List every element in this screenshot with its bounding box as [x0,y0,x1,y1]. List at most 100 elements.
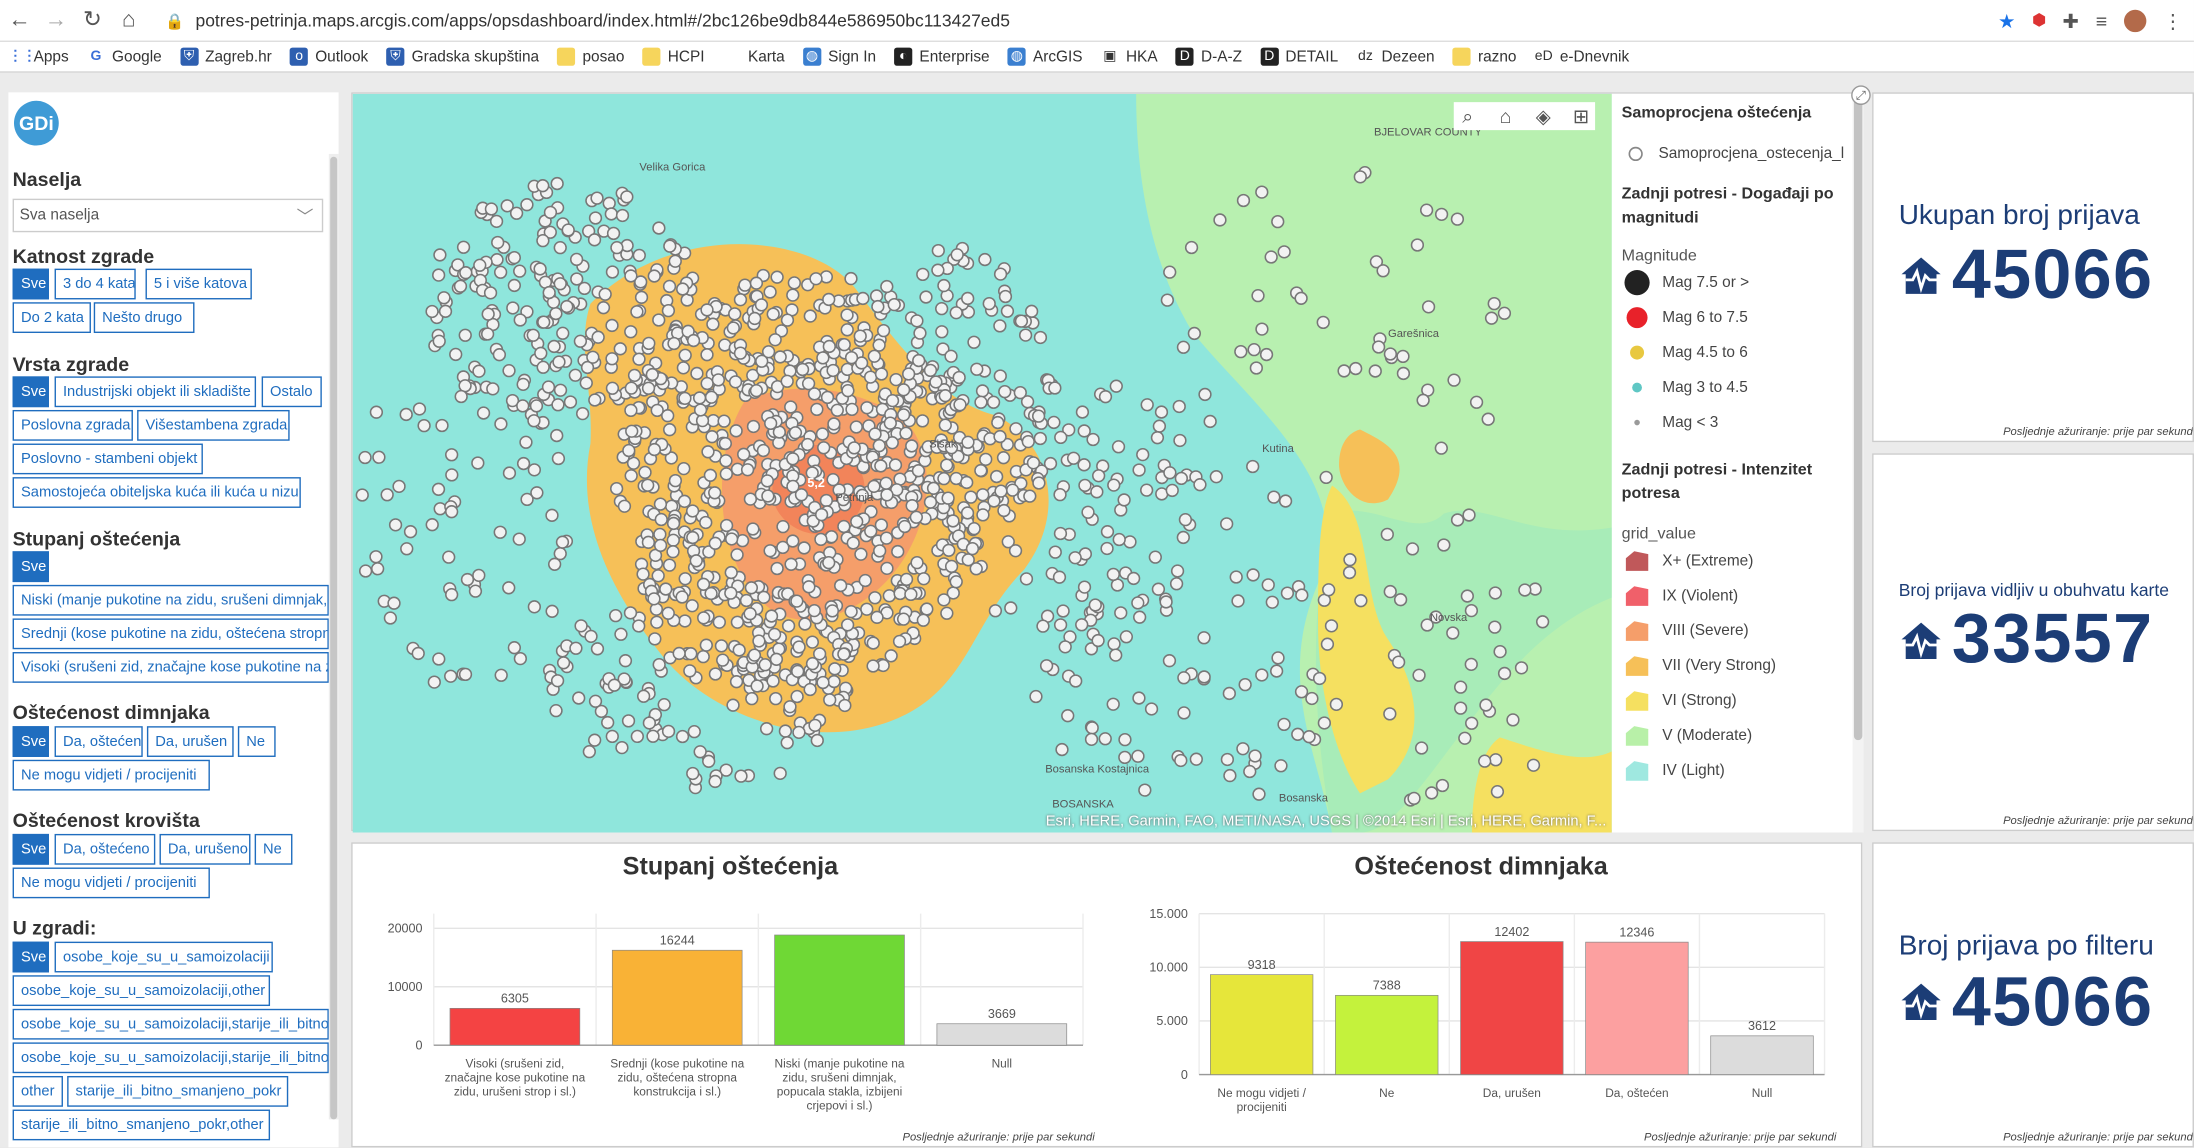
damage-report-point[interactable] [1464,657,1478,671]
filter-chip-dimnjak[interactable]: Ne mogu vidjeti / procijeniti [12,759,210,791]
damage-report-point[interactable] [1380,527,1394,542]
damage-report-point[interactable] [473,258,487,272]
damage-report-point[interactable] [1213,213,1227,227]
damage-report-point[interactable] [732,643,746,657]
damage-report-point[interactable] [551,451,566,466]
damage-report-point[interactable] [826,363,840,378]
damage-report-point[interactable] [719,467,733,481]
damage-report-point[interactable] [659,582,673,596]
bookmark-item[interactable]: ◍ Sign In [802,47,876,66]
damage-report-point[interactable] [1479,698,1493,712]
damage-report-point[interactable] [763,285,777,299]
damage-report-point[interactable] [726,698,740,712]
damage-report-point[interactable] [810,402,824,417]
bookmark-item[interactable]: ▣ HKA [1101,48,1157,66]
damage-report-point[interactable] [997,503,1011,518]
damage-report-point[interactable] [605,729,619,744]
damage-report-point[interactable] [383,611,398,625]
damage-report-point[interactable] [1481,412,1495,426]
damage-report-point[interactable] [911,464,926,478]
url-field[interactable]: 🔒 potres-petrinja.maps.arcgis.com/apps/op… [165,7,1010,36]
damage-report-point[interactable] [552,355,566,369]
damage-report-point[interactable] [719,454,733,468]
damage-report-point[interactable] [1203,414,1217,429]
damage-report-point[interactable] [734,769,748,783]
damage-report-point[interactable] [784,400,798,414]
damage-report-point[interactable] [714,639,729,653]
damage-report-point[interactable] [459,266,473,280]
damage-report-point[interactable] [893,586,907,601]
damage-report-point[interactable] [1405,542,1420,556]
damage-report-point[interactable] [1222,686,1236,701]
filter-chip-stupanj[interactable]: Sve [12,551,49,583]
damage-report-point[interactable] [1054,430,1068,445]
bookmark-item[interactable]: HCPI [642,47,705,66]
damage-report-point[interactable] [884,649,898,663]
filter-chip-uzgradi[interactable]: osobe_koje_su_u_samoizolaciji,starije_il… [12,1008,329,1040]
damage-report-point[interactable] [730,548,744,562]
damage-report-point[interactable] [760,474,774,488]
damage-report-point[interactable] [1172,399,1186,414]
damage-report-point[interactable] [1077,458,1091,472]
menu-dots-icon[interactable]: ⋮ [2163,7,2183,35]
damage-report-point[interactable] [1488,620,1502,634]
damage-report-point[interactable] [392,479,406,494]
damage-report-point[interactable] [636,689,651,703]
damage-report-point[interactable] [728,307,742,321]
damage-report-point[interactable] [949,575,963,589]
damage-report-point[interactable] [976,488,990,502]
damage-report-point[interactable] [675,729,690,744]
damage-report-point[interactable] [770,561,784,576]
damage-report-point[interactable] [766,307,780,321]
damage-report-point[interactable] [454,389,468,404]
damage-report-point[interactable] [630,729,644,744]
damage-report-point[interactable] [810,733,824,748]
damage-report-point[interactable] [588,694,603,708]
bookmark-star-icon[interactable]: ★ [1998,7,2016,35]
damage-report-point[interactable] [960,506,975,520]
damage-report-point[interactable] [555,535,570,549]
damage-report-point[interactable] [1371,340,1386,354]
damage-report-point[interactable] [867,349,882,363]
filter-chip-krov[interactable]: Sve [12,833,49,865]
damage-report-point[interactable] [838,698,852,713]
damage-report-point[interactable] [1154,405,1169,419]
damage-report-point[interactable] [689,554,703,568]
damage-report-point[interactable] [1259,347,1274,362]
damage-report-point[interactable] [773,766,787,780]
bookmark-item[interactable]: ⛨ Gradska skupština [386,47,539,66]
damage-report-point[interactable] [614,627,628,641]
damage-report-point[interactable] [610,241,624,255]
bookmark-item[interactable]: ⛨ Zagreb.hr [179,47,272,66]
damage-report-point[interactable] [827,417,841,431]
damage-report-point[interactable] [1393,593,1408,607]
damage-report-point[interactable] [582,745,596,759]
map-view[interactable]: 5,2 BJELOVAR COUNTY Velika Gorica Sisak Pet… [352,93,1612,833]
damage-report-point[interactable] [929,375,943,389]
damage-report-point[interactable] [458,379,472,393]
damage-report-point[interactable] [380,488,394,502]
damage-report-point[interactable] [986,395,1001,409]
damage-report-point[interactable] [1148,550,1162,564]
damage-report-point[interactable] [1421,300,1436,314]
damage-report-point[interactable] [445,468,459,482]
bar[interactable] [1585,941,1689,1075]
damage-report-point[interactable] [527,600,542,614]
filter-chip-uzgradi[interactable]: osobe_koje_su_u_samoizolaciji,starije_il… [12,1042,329,1074]
damage-report-point[interactable] [1305,691,1319,706]
damage-report-point[interactable] [481,307,495,321]
damage-report-point[interactable] [372,450,386,464]
damage-report-point[interactable] [491,235,505,250]
damage-report-point[interactable] [705,430,719,444]
damage-report-point[interactable] [993,369,1007,383]
damage-report-point[interactable] [663,239,677,253]
damage-report-point[interactable] [493,525,507,539]
damage-report-point[interactable] [1248,749,1262,763]
damage-report-point[interactable] [1324,619,1339,633]
damage-report-point[interactable] [1220,752,1235,767]
damage-report-point[interactable] [445,588,459,602]
damage-report-point[interactable] [879,531,894,545]
damage-report-point[interactable] [979,452,993,467]
damage-report-point[interactable] [1322,583,1336,597]
damage-report-point[interactable] [700,303,714,317]
